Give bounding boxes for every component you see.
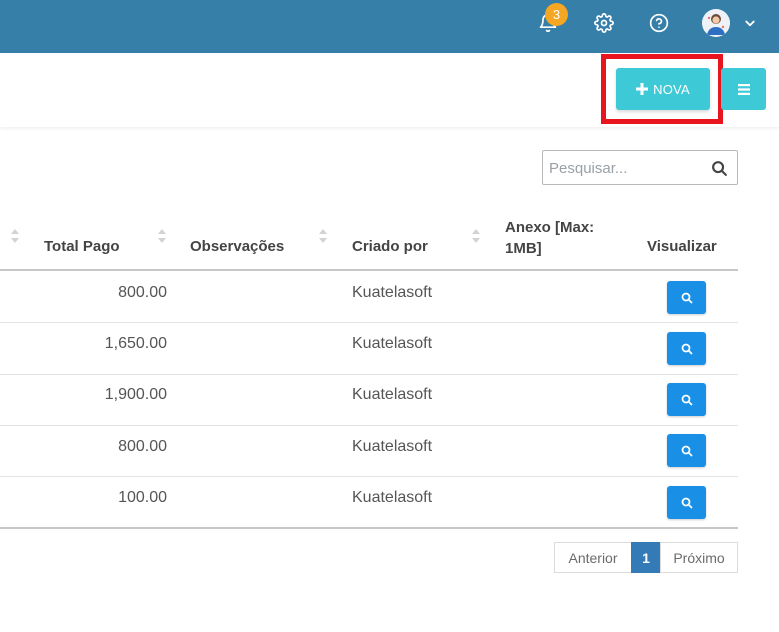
search-icon — [681, 445, 692, 456]
search-icon — [681, 292, 692, 303]
notification-badge: 3 — [545, 3, 568, 26]
pagination-next[interactable]: Próximo — [660, 542, 738, 573]
total-pago-cell: 800.00 — [118, 438, 167, 455]
column-header-criado-por[interactable]: Criado por — [352, 238, 428, 255]
criado-por-cell: Kuatelasoft — [352, 438, 433, 455]
criado-por-cell: Kuatelasoft — [352, 386, 433, 403]
view-button[interactable] — [667, 486, 706, 519]
sort-icon[interactable] — [319, 229, 327, 243]
avatar[interactable] — [702, 9, 730, 37]
column-header-observacoes[interactable]: Observações — [190, 238, 284, 255]
search-input[interactable] — [549, 157, 704, 179]
column-header-total-pago[interactable]: Total Pago — [44, 238, 120, 255]
search-icon[interactable] — [711, 160, 728, 177]
pagination-previous[interactable]: Anterior — [554, 542, 632, 573]
help-icon[interactable] — [647, 11, 671, 35]
total-pago-cell: 100.00 — [118, 489, 167, 506]
row-divider — [0, 476, 738, 477]
chevron-down-icon[interactable] — [741, 14, 759, 32]
column-header-anexo[interactable]: Anexo [Max: 1MB] — [505, 217, 615, 259]
column-header-visualizar: Visualizar — [647, 238, 717, 255]
search-box — [542, 150, 738, 185]
view-button[interactable] — [667, 383, 706, 416]
total-pago-cell: 1,900.00 — [104, 386, 167, 403]
total-pago-cell: 1,650.00 — [104, 335, 167, 352]
new-button-label: NOVA — [653, 81, 690, 97]
top-navbar: 3 — [0, 0, 779, 53]
table-bottom-divider — [0, 527, 738, 529]
criado-por-cell: Kuatelasoft — [352, 284, 433, 301]
view-button[interactable] — [667, 332, 706, 365]
row-divider — [0, 374, 738, 375]
view-button[interactable] — [667, 281, 706, 314]
menu-button[interactable] — [721, 68, 766, 110]
sort-icon[interactable] — [472, 229, 480, 243]
sort-icon[interactable] — [158, 229, 166, 243]
new-button[interactable]: NOVA — [616, 68, 710, 110]
menu-icon — [737, 83, 750, 95]
gear-icon[interactable] — [592, 11, 616, 35]
row-divider — [0, 322, 738, 323]
sort-icon[interactable] — [11, 229, 19, 243]
search-icon — [681, 394, 692, 405]
row-divider — [0, 425, 738, 426]
search-icon — [681, 343, 692, 354]
criado-por-cell: Kuatelasoft — [352, 335, 433, 352]
plus-icon — [636, 83, 649, 95]
criado-por-cell: Kuatelasoft — [352, 489, 433, 506]
view-button[interactable] — [667, 434, 706, 467]
pagination-page-1[interactable]: 1 — [631, 542, 661, 573]
search-icon — [681, 497, 692, 508]
total-pago-cell: 800.00 — [118, 284, 167, 301]
table-header-divider — [0, 269, 738, 271]
